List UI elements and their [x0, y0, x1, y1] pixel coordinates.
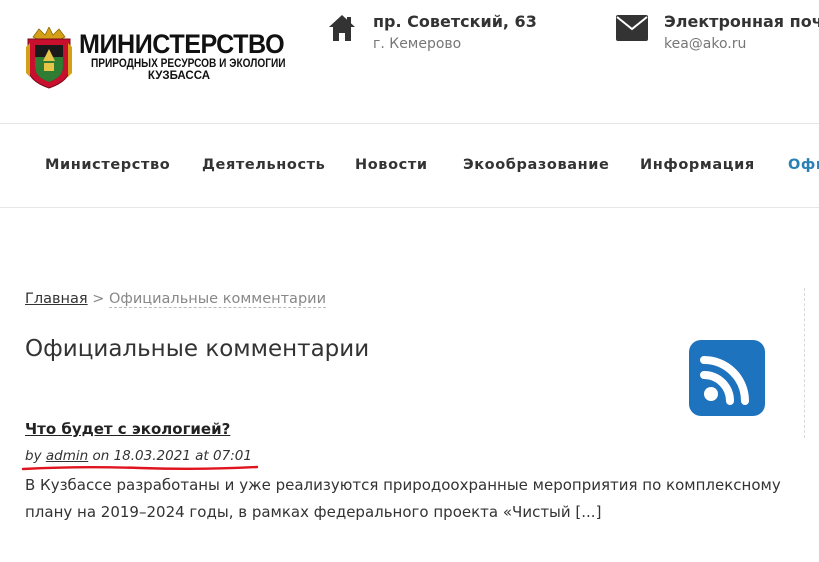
address-title: пр. Советский, 63 [373, 12, 537, 31]
breadcrumb-current: Официальные комментарии [109, 291, 326, 308]
nav-item-ministry[interactable]: Министерство [45, 157, 170, 173]
post-title-link[interactable]: Что будет с экологией? [25, 420, 230, 438]
nav-item-information[interactable]: Информация [640, 157, 755, 173]
nav-divider [0, 207, 819, 208]
breadcrumb-separator: > [92, 291, 105, 307]
breadcrumb-home-link[interactable]: Главная [25, 291, 88, 307]
post-author-link[interactable]: admin [46, 448, 88, 464]
coat-of-arms-icon [26, 27, 72, 89]
logo-line-1: МИНИСТЕРСТВО [79, 29, 285, 59]
home-icon [329, 15, 355, 41]
envelope-icon [616, 15, 648, 41]
post-meta-date: on 18.03.2021 at 07:01 [92, 448, 252, 464]
page-title: Официальные комментарии [25, 336, 370, 362]
sidebar-separator [804, 288, 805, 438]
email-address[interactable]: kea@ako.ru [664, 36, 746, 52]
address-city: г. Кемерово [373, 36, 462, 52]
logo-line-2: ПРИРОДНЫХ РЕСУРСОВ И ЭКОЛОГИИ [91, 58, 286, 70]
annotation-underline [21, 465, 259, 471]
logo-line-3: КУЗБАССА [147, 70, 211, 82]
main-nav: Министерство Деятельность Новости Экообр… [0, 157, 819, 177]
rss-icon [700, 356, 749, 405]
post-excerpt: В Кузбассе разработаны и уже реализуются… [25, 476, 781, 521]
site-logo[interactable]: МИНИСТЕРСТВО ПРИРОДНЫХ РЕСУРСОВ И ЭКОЛОГ… [25, 27, 285, 89]
nav-item-activity[interactable]: Деятельность [202, 157, 325, 173]
post-meta-by: by [25, 448, 42, 464]
nav-item-eco-education[interactable]: Экообразование [463, 157, 609, 173]
logo-text: МИНИСТЕРСТВО ПРИРОДНЫХ РЕСУРСОВ И ЭКОЛОГ… [79, 29, 286, 83]
header-divider [0, 123, 819, 124]
nav-item-official[interactable]: Офи [788, 157, 819, 173]
nav-item-news[interactable]: Новости [355, 157, 428, 173]
post-meta: by admin on 18.03.2021 at 07:01 [25, 448, 252, 464]
email-title: Электронная почта [664, 12, 819, 31]
rss-button[interactable] [689, 340, 765, 416]
breadcrumb: Главная > Официальные комментарии [25, 291, 326, 308]
